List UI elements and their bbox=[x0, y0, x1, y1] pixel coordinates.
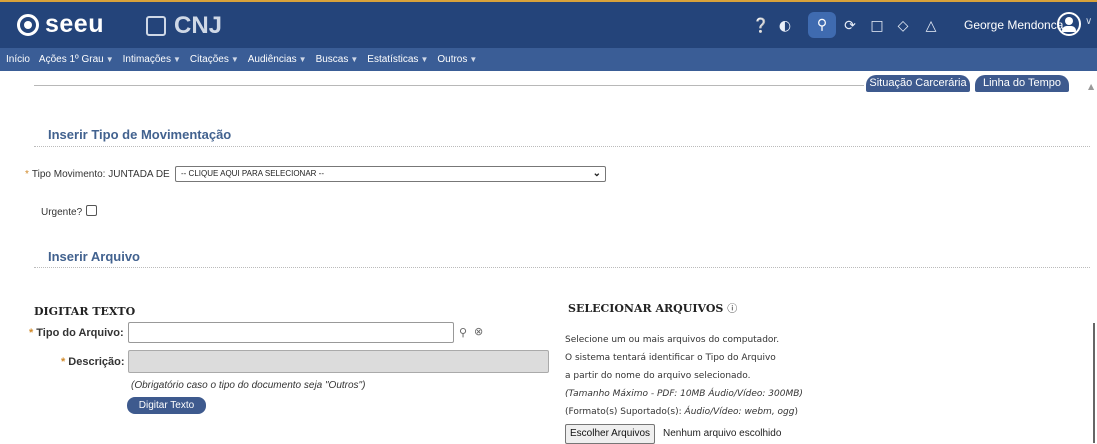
cnj-logo: CNJ bbox=[146, 12, 222, 40]
tipo-arquivo-label: * Tipo do Arquivo: bbox=[29, 327, 124, 339]
help-icon[interactable]: ❔ bbox=[752, 17, 770, 35]
search-icon[interactable]: ⚲ bbox=[808, 12, 836, 38]
caret-down-icon: ▼ bbox=[230, 55, 239, 64]
clear-icon[interactable]: ⊗ bbox=[474, 325, 483, 338]
required-icon: * bbox=[29, 327, 34, 339]
scrollbar[interactable] bbox=[1093, 323, 1095, 443]
info-line-1: Selecione um ou mais arquivos do computa… bbox=[565, 335, 780, 345]
avatar[interactable] bbox=[1057, 12, 1081, 36]
menu-item-citacoes[interactable]: Citações ▼ bbox=[190, 54, 239, 65]
descricao-note: (Obrigatório caso o tipo do documento se… bbox=[131, 380, 366, 391]
bell-icon[interactable]: △ bbox=[922, 17, 940, 35]
descricao-input bbox=[128, 350, 549, 373]
main-menu: Início Ações 1º Grau ▼ Intimações ▼ Citaçõ… bbox=[0, 48, 1097, 71]
digitar-texto-heading: DIGITAR TEXTO bbox=[34, 305, 136, 318]
descricao-label: * Descrição: bbox=[61, 356, 125, 368]
bookmark-icon[interactable]: □ bbox=[868, 17, 886, 35]
search-icon[interactable]: ⚲ bbox=[459, 326, 467, 339]
caret-down-icon: ▼ bbox=[298, 55, 307, 64]
caret-down-icon: ▼ bbox=[105, 55, 114, 64]
section-divider bbox=[34, 146, 1090, 147]
tipo-movimento-label: * Tipo Movimento: JUNTADA DE bbox=[25, 169, 170, 180]
caret-down-icon: ▼ bbox=[420, 55, 429, 64]
urgente-checkbox[interactable] bbox=[86, 205, 97, 216]
selecionar-arquivos-heading: SELECIONAR ARQUIVOS ⓘ bbox=[568, 302, 738, 315]
section-title-arquivo: Inserir Arquivo bbox=[48, 249, 140, 264]
menu-item-acoes[interactable]: Ações 1º Grau ▼ bbox=[39, 54, 114, 65]
digitar-texto-button[interactable]: Digitar Texto bbox=[127, 397, 206, 414]
tag-icon[interactable]: ◇ bbox=[894, 17, 912, 35]
required-icon: * bbox=[61, 356, 66, 368]
info-line-2: O sistema tentará identificar o Tipo do … bbox=[565, 353, 776, 363]
menu-item-audiencias[interactable]: Audiências ▼ bbox=[248, 54, 307, 65]
menu-item-intimacoes[interactable]: Intimações ▼ bbox=[123, 54, 181, 65]
cnj-mark-icon bbox=[146, 16, 166, 36]
required-icon: * bbox=[25, 169, 29, 180]
menu-item-estatisticas[interactable]: Estatísticas ▼ bbox=[367, 54, 428, 65]
tab-situacao-carceraria[interactable]: Situação Carcerária bbox=[866, 75, 970, 92]
urgente-label: Urgente? bbox=[41, 207, 83, 218]
info-line-3: a partir do nome do arquivo selecionado. bbox=[565, 371, 751, 381]
info-line-4: (Tamanho Máximo - PDF: 10MB Áudio/Vídeo:… bbox=[565, 389, 803, 399]
contrast-icon[interactable]: ◐ bbox=[776, 17, 794, 35]
seeu-logo[interactable]: seeu bbox=[17, 10, 104, 39]
tab-linha-do-tempo[interactable]: Linha do Tempo bbox=[975, 75, 1069, 92]
caret-down-icon: ▼ bbox=[172, 55, 181, 64]
info-icon[interactable]: ⓘ bbox=[727, 304, 737, 315]
menu-item-inicio[interactable]: Início bbox=[6, 54, 30, 65]
tipo-movimento-value: -- CLIQUE AQUI PARA SELECIONAR -- bbox=[181, 169, 324, 178]
menu-item-outros[interactable]: Outros ▼ bbox=[437, 54, 477, 65]
tipo-arquivo-input[interactable] bbox=[128, 322, 454, 343]
cnj-logo-text: CNJ bbox=[174, 12, 223, 39]
chevron-down-icon[interactable]: ∨ bbox=[1085, 16, 1092, 27]
info-line-5: (Formato(s) Suportado(s): Áudio/Vídeo: w… bbox=[565, 407, 798, 417]
choose-files-button[interactable]: Escolher Arquivos bbox=[565, 424, 656, 444]
section-divider bbox=[34, 267, 1090, 268]
seeu-logo-icon bbox=[17, 13, 39, 36]
tab-separator bbox=[34, 85, 864, 86]
section-title-movimentacao: Inserir Tipo de Movimentação bbox=[48, 127, 232, 142]
no-file-text: Nenhum arquivo escolhido bbox=[663, 428, 782, 439]
seeu-logo-text: seeu bbox=[45, 10, 104, 38]
tipo-movimento-select[interactable]: -- CLIQUE AQUI PARA SELECIONAR -- ⌄ bbox=[175, 166, 606, 182]
user-name[interactable]: George Mendonca bbox=[964, 18, 1063, 32]
caret-down-icon: ▼ bbox=[469, 55, 478, 64]
chevron-down-icon: ⌄ bbox=[592, 168, 601, 179]
history-icon[interactable]: ⟳ bbox=[841, 17, 859, 35]
menu-item-buscas[interactable]: Buscas ▼ bbox=[316, 54, 359, 65]
top-bar: seeu CNJ ❔ ◐ ⚲ ⟳ □ ◇ △ George Mendonca ∨ bbox=[0, 0, 1097, 48]
caret-down-icon: ▼ bbox=[350, 55, 359, 64]
scroll-up-icon[interactable]: ▲ bbox=[1088, 82, 1094, 91]
